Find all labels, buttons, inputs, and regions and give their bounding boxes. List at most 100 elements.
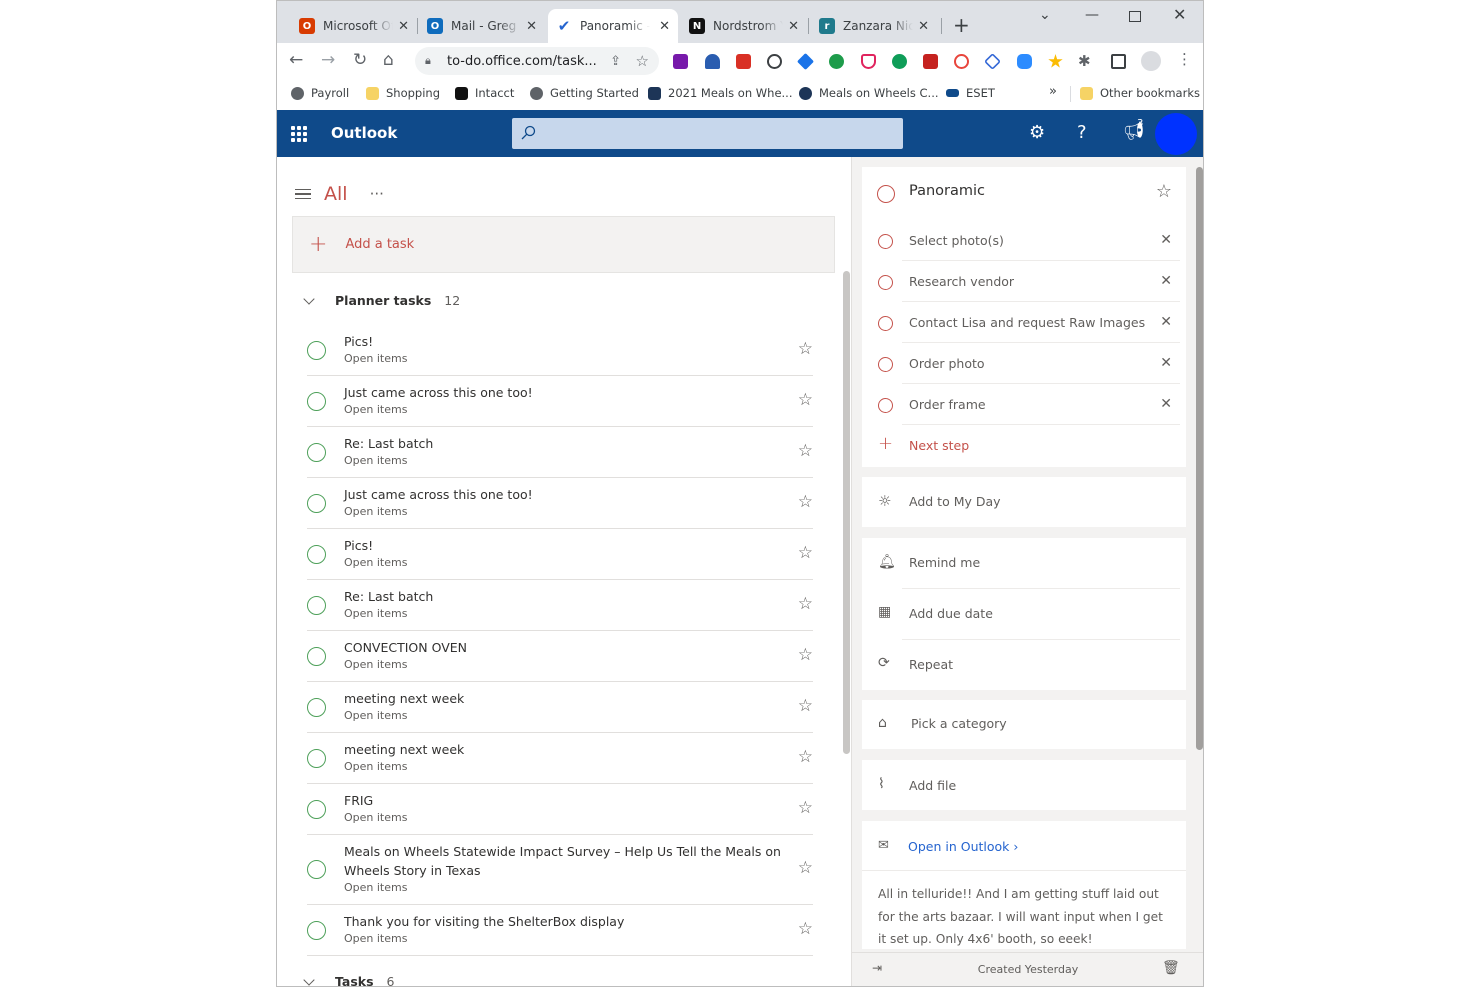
- step-label[interactable]: Select photo(s): [909, 233, 1004, 248]
- delete-step-icon[interactable]: ✕: [1160, 396, 1172, 412]
- task-row[interactable]: Pics! Open items ☆: [307, 529, 813, 580]
- vivaldi-v-icon[interactable]: [705, 54, 720, 69]
- evernote-icon[interactable]: [829, 54, 844, 69]
- forward-icon[interactable]: →: [321, 50, 335, 70]
- tab-panoramic[interactable]: ✔ Panoramic - To Do ✕: [548, 9, 678, 43]
- delete-step-icon[interactable]: ✕: [1160, 232, 1172, 248]
- close-icon[interactable]: ✕: [788, 19, 799, 34]
- new-tab-button[interactable]: +: [953, 13, 970, 37]
- other-bookmarks[interactable]: Other bookmarks: [1080, 86, 1200, 100]
- bookmark-payroll[interactable]: Payroll: [291, 86, 349, 100]
- task-row[interactable]: meeting next week Open items ☆: [307, 733, 813, 784]
- add-file-card[interactable]: ⌇ Add file: [862, 760, 1186, 810]
- tab-zanzara[interactable]: r Zanzara Nick ✕: [811, 9, 937, 43]
- add-task-input[interactable]: + Add a task: [292, 216, 835, 273]
- delete-step-icon[interactable]: ✕: [1160, 314, 1172, 330]
- step-label[interactable]: Order photo: [909, 356, 985, 371]
- complete-task-circle[interactable]: [307, 391, 326, 411]
- profile-avatar-icon[interactable]: [1141, 51, 1161, 71]
- complete-task-circle[interactable]: [307, 493, 326, 513]
- task-row[interactable]: Pics! Open items ☆: [307, 325, 813, 376]
- step-label[interactable]: Order frame: [909, 397, 986, 412]
- task-row[interactable]: FRIG Open items ☆: [307, 784, 813, 835]
- bookmark-intacct[interactable]: Intacct: [455, 86, 514, 100]
- app-brand[interactable]: Outlook: [331, 124, 397, 142]
- repeat-button[interactable]: Repeat: [909, 657, 953, 672]
- bookmark-star-icon[interactable]: ☆: [636, 52, 649, 70]
- important-star-icon[interactable]: ☆: [798, 858, 813, 878]
- help-icon[interactable]: ?: [1077, 122, 1087, 143]
- grammarly-icon[interactable]: [892, 54, 907, 69]
- step-circle[interactable]: [878, 234, 893, 249]
- important-star-icon[interactable]: ☆: [798, 594, 813, 614]
- task-row[interactable]: Re: Last batch Open items ☆: [307, 427, 813, 478]
- tab-nordstrom[interactable]: N Nordstrom Y ✕: [681, 9, 807, 43]
- maximize-icon[interactable]: [1129, 11, 1141, 22]
- settings-gear-icon[interactable]: ⚙: [1029, 122, 1045, 143]
- complete-task-circle[interactable]: [307, 799, 326, 819]
- complete-task-circle[interactable]: [307, 697, 326, 717]
- important-star-icon[interactable]: ☆: [798, 492, 813, 512]
- minimize-icon[interactable]: —: [1085, 7, 1099, 23]
- layers-icon[interactable]: [984, 53, 1001, 70]
- note-text[interactable]: All in telluride!! And I am getting stuf…: [878, 883, 1174, 951]
- complete-task-circle[interactable]: [307, 340, 326, 360]
- task-row[interactable]: meeting next week Open items ☆: [307, 682, 813, 733]
- search-input[interactable]: [512, 118, 903, 149]
- add-step-plus-icon[interactable]: +: [878, 433, 893, 454]
- complete-task-circle[interactable]: [307, 860, 326, 879]
- favorites-icon[interactable]: [1048, 54, 1063, 68]
- ext-blue-icon[interactable]: [797, 53, 814, 70]
- complete-task-circle[interactable]: [877, 185, 895, 203]
- tab-mail[interactable]: O Mail - Greg P ✕: [419, 9, 545, 43]
- step-label[interactable]: Contact Lisa and request Raw Images: [909, 315, 1145, 330]
- tab-search-icon[interactable]: ⌄: [1039, 7, 1051, 23]
- step-circle[interactable]: [878, 357, 893, 372]
- group-planner-tasks[interactable]: Planner tasks 12: [303, 292, 460, 308]
- open-in-outlook-link[interactable]: Open in Outlook ›: [908, 839, 1018, 854]
- home-icon[interactable]: ⌂: [383, 50, 394, 70]
- share-icon[interactable]: ⇪: [610, 54, 621, 69]
- remind-me-button[interactable]: Remind me: [909, 555, 980, 570]
- complete-task-circle[interactable]: [307, 748, 326, 768]
- zoom-icon[interactable]: [1017, 54, 1032, 69]
- lastpass-icon[interactable]: [954, 54, 969, 69]
- complete-task-circle[interactable]: [307, 442, 326, 462]
- hamburger-menu-icon[interactable]: [295, 188, 311, 200]
- important-star-icon[interactable]: ☆: [798, 645, 813, 665]
- delete-step-icon[interactable]: ✕: [1160, 355, 1172, 371]
- complete-task-circle[interactable]: [307, 920, 326, 940]
- more-options-icon[interactable]: ···: [370, 185, 384, 203]
- step-label[interactable]: Research vendor: [909, 274, 1014, 289]
- step-circle[interactable]: [878, 316, 893, 331]
- app-launcher-icon[interactable]: [291, 126, 307, 142]
- task-row[interactable]: Just came across this one too! Open items…: [307, 376, 813, 427]
- next-step-input[interactable]: Next step: [909, 438, 969, 453]
- important-star-icon[interactable]: ☆: [798, 747, 813, 767]
- task-row[interactable]: Meals on Wheels Statewide Impact Survey …: [307, 835, 813, 905]
- ext-red-icon[interactable]: [736, 54, 751, 69]
- close-icon[interactable]: ✕: [659, 19, 670, 34]
- complete-task-circle[interactable]: [307, 595, 326, 615]
- close-icon[interactable]: ✕: [526, 19, 537, 34]
- important-star-icon[interactable]: ☆: [798, 339, 813, 359]
- task-row[interactable]: Just came across this one too! Open items…: [307, 478, 813, 529]
- important-star-icon[interactable]: ☆: [1156, 181, 1172, 202]
- bookmarks-overflow-button[interactable]: »: [1049, 84, 1057, 99]
- address-bar[interactable]: 🔒︎ to-do.office.com/task... ⇪ ☆: [415, 47, 659, 75]
- extensions-puzzle-icon[interactable]: ✱: [1078, 52, 1091, 70]
- bookmark-meals-2021[interactable]: 2021 Meals on Whe...: [648, 86, 793, 100]
- detail-scrollbar[interactable]: [1196, 167, 1203, 750]
- important-star-icon[interactable]: ☆: [798, 696, 813, 716]
- menu-kebab-icon[interactable]: ⋮: [1177, 50, 1192, 68]
- important-star-icon[interactable]: ☆: [798, 919, 813, 939]
- close-icon[interactable]: ✕: [918, 19, 929, 34]
- category-card[interactable]: ⌂ Pick a category: [862, 700, 1186, 749]
- important-star-icon[interactable]: ☆: [798, 798, 813, 818]
- add-to-my-day-card[interactable]: ☼ Add to My Day: [862, 477, 1186, 527]
- tab-office[interactable]: O Microsoft Office Home ✕: [291, 9, 417, 43]
- important-star-icon[interactable]: ☆: [798, 441, 813, 461]
- complete-task-circle[interactable]: [307, 544, 326, 564]
- task-title[interactable]: Panoramic: [909, 183, 985, 199]
- delete-trash-icon[interactable]: 🗑︎: [1162, 960, 1180, 976]
